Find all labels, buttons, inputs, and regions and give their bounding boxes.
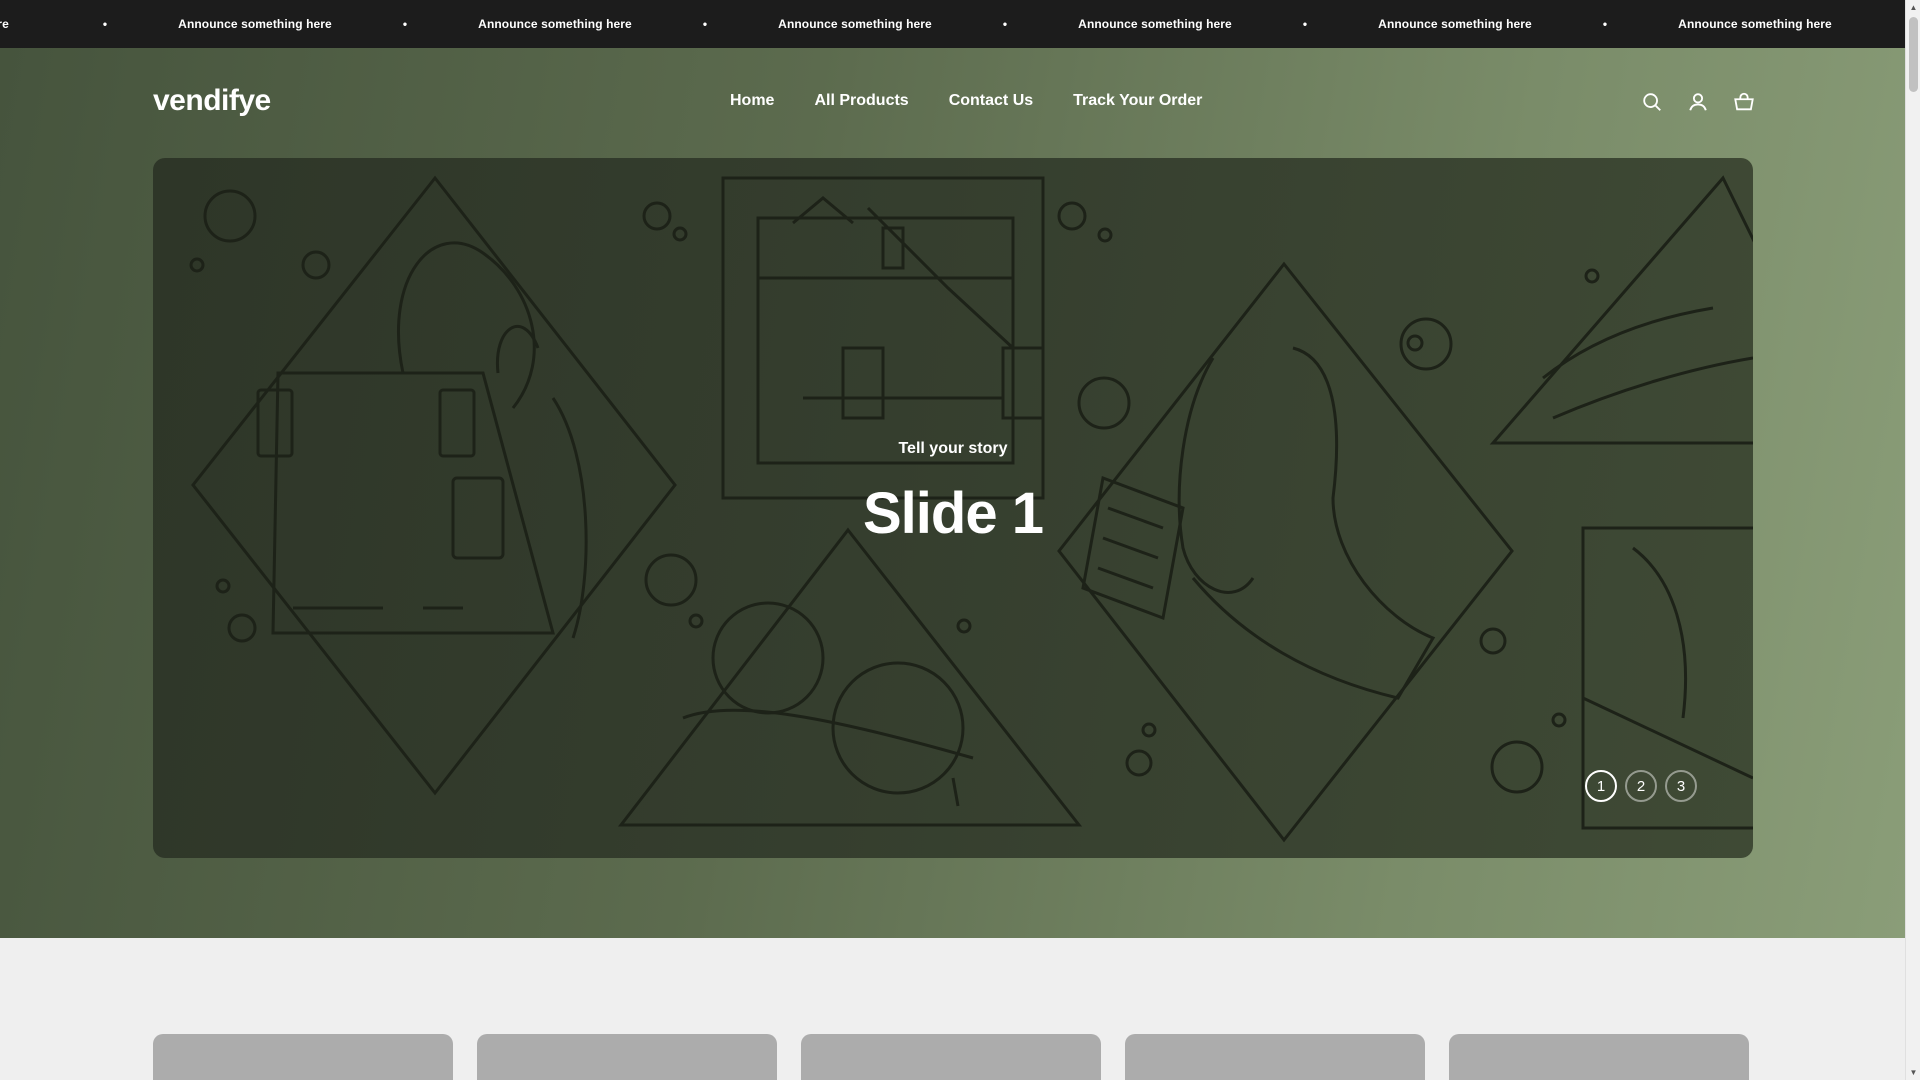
- scroll-thumb[interactable]: [1909, 17, 1918, 92]
- announcement-text: ce something here: [0, 17, 9, 31]
- announcement-text: Announce something here: [1678, 17, 1832, 31]
- slide-title: Slide 1: [863, 480, 1044, 546]
- announcement-item: Announce something here •: [165, 17, 465, 31]
- slide-pagination: 1 2 3: [1585, 770, 1697, 802]
- collection-card[interactable]: [1125, 1034, 1425, 1080]
- announcement-text: Announce something here: [1078, 17, 1232, 31]
- main-nav: Home All Products Contact Us Track Your …: [730, 92, 1202, 110]
- announcement-text: Announce something here: [178, 17, 332, 31]
- site-logo[interactable]: vendifye: [153, 84, 271, 118]
- search-icon[interactable]: [1641, 91, 1663, 113]
- page-scrollbar[interactable]: ▲ ▼: [1905, 0, 1920, 1080]
- announcement-separator: •: [1302, 17, 1308, 31]
- nav-contact-us[interactable]: Contact Us: [949, 92, 1033, 110]
- announcement-bar: ce something here • Announce something h…: [0, 0, 1905, 48]
- announcement-item: Announce something here: [1665, 17, 1845, 31]
- collection-card[interactable]: [477, 1034, 777, 1080]
- slide-subheading: Tell your story: [898, 439, 1008, 457]
- announcement-item: Announce something here •: [465, 17, 765, 31]
- announcement-separator: •: [702, 17, 708, 31]
- collection-card[interactable]: [1449, 1034, 1749, 1080]
- hero-slide: Tell your story Slide 1 1 2 3: [153, 158, 1753, 858]
- announcement-text: Announce something here: [478, 17, 632, 31]
- cart-icon[interactable]: [1733, 91, 1755, 113]
- nav-track-order[interactable]: Track Your Order: [1073, 92, 1202, 110]
- hero-section: vendifye Home All Products Contact Us Tr…: [0, 48, 1905, 938]
- header-actions: [1641, 91, 1755, 113]
- slide-content: Tell your story Slide 1: [153, 158, 1753, 858]
- announcement-item: Announce something here •: [1065, 17, 1365, 31]
- nav-all-products[interactable]: All Products: [814, 92, 908, 110]
- scroll-up-arrow-icon[interactable]: ▲: [1906, 0, 1920, 15]
- announcement-separator: •: [1002, 17, 1008, 31]
- slide-dot-3[interactable]: 3: [1665, 770, 1697, 802]
- scroll-down-arrow-icon[interactable]: ▼: [1906, 1065, 1920, 1080]
- announcement-item: Announce something here •: [765, 17, 1065, 31]
- announcement-item: ce something here •: [0, 17, 165, 31]
- nav-home[interactable]: Home: [730, 92, 774, 110]
- announcement-text: Announce something here: [778, 17, 932, 31]
- announcement-separator: •: [402, 17, 408, 31]
- slide-dot-1[interactable]: 1: [1585, 770, 1617, 802]
- announcement-separator: •: [102, 17, 108, 31]
- collection-card[interactable]: [153, 1034, 453, 1080]
- announcement-item: Announce something here •: [1365, 17, 1665, 31]
- announcement-marquee: ce something here • Announce something h…: [0, 0, 1845, 48]
- slide-dot-2[interactable]: 2: [1625, 770, 1657, 802]
- announcement-separator: •: [1602, 17, 1608, 31]
- announcement-text: Announce something here: [1378, 17, 1532, 31]
- account-icon[interactable]: [1687, 91, 1709, 113]
- collection-card[interactable]: [801, 1034, 1101, 1080]
- collection-cards: [153, 1034, 1749, 1080]
